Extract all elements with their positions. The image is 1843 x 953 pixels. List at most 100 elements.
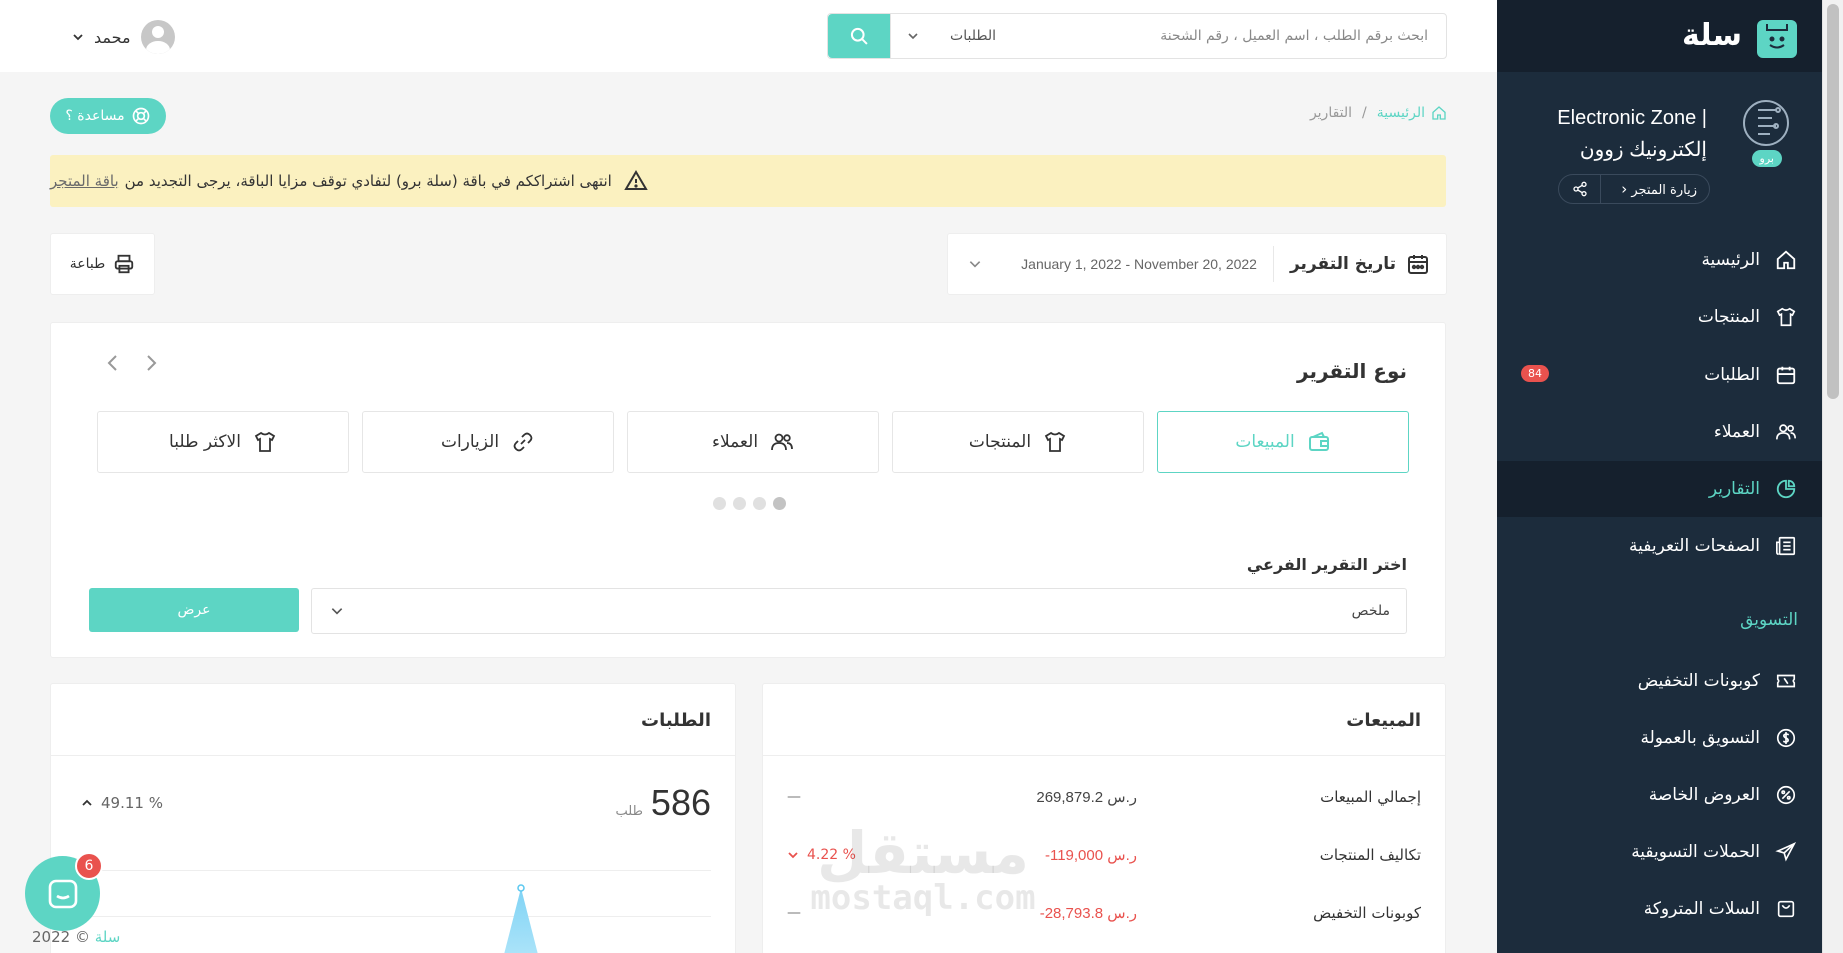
- sidebar-item-products[interactable]: المنتجات: [1497, 289, 1822, 345]
- send-icon: [1775, 842, 1797, 862]
- users-icon: [771, 433, 793, 451]
- sidebar-item-home[interactable]: الرئيسية: [1497, 232, 1822, 288]
- search-scope-select[interactable]: الطلبات: [890, 14, 1012, 58]
- tab-products[interactable]: المنتجات: [892, 411, 1144, 473]
- sidebar: سلة Electronic Zone | إلكترونيك زوون برو…: [1497, 0, 1822, 953]
- search-button[interactable]: [828, 14, 890, 58]
- orders-card-title: الطلبات: [640, 710, 711, 731]
- print-label: طباعة: [69, 256, 106, 272]
- chart-gridline: [75, 916, 711, 917]
- carousel-dot-active[interactable]: [773, 497, 786, 510]
- page-scrollbar[interactable]: [1822, 0, 1843, 953]
- report-tabs: المبيعات المنتجات العملاء الزيارات الاكث…: [97, 411, 1409, 473]
- carousel-dot[interactable]: [713, 497, 726, 510]
- watermark: مستقل mostaql.com: [810, 819, 1036, 918]
- calendar-icon: [1776, 366, 1796, 385]
- sidebar-item-reports[interactable]: التقارير: [1497, 461, 1822, 517]
- lifebuoy-icon: [132, 107, 149, 125]
- cart-icon: [1777, 900, 1795, 918]
- home-icon: [1776, 250, 1796, 270]
- orders-summary-card: الطلبات 586 طلب 49.11 %: [50, 683, 736, 953]
- calendar-icon: [1408, 255, 1428, 274]
- tab-visits[interactable]: الزيارات: [362, 411, 614, 473]
- sidebar-item-customers[interactable]: العملاء: [1497, 404, 1822, 460]
- search-scope-value: الطلبات: [950, 28, 996, 44]
- home-icon: [1432, 106, 1446, 120]
- orders-count-badge: 84: [1521, 365, 1549, 382]
- chevron-down-icon: [788, 852, 798, 859]
- visit-store-button[interactable]: › زيارة المتجر: [1558, 174, 1710, 204]
- sub-report-value: ملخص: [1351, 603, 1390, 619]
- report-type-card: نوع التقرير المبيعات المنتجات العملاء ال…: [50, 322, 1446, 658]
- shirt-icon: [1044, 431, 1066, 452]
- change-indicator: —: [787, 789, 801, 805]
- footer-brand[interactable]: سلة: [95, 928, 121, 946]
- warning-icon: [624, 170, 648, 190]
- carousel-dot[interactable]: [733, 497, 746, 510]
- chevron-left-icon: ›: [1621, 180, 1628, 198]
- carousel-dot[interactable]: [753, 497, 766, 510]
- breadcrumb: الرئيسية / التقارير: [1310, 105, 1447, 121]
- chevron-down-icon: [73, 34, 83, 41]
- search-icon: [850, 27, 868, 45]
- store-name: Electronic Zone | إلكترونيك زوون: [1557, 107, 1707, 161]
- ticket-icon: [1776, 674, 1796, 688]
- brand-logo-icon[interactable]: [1757, 20, 1797, 58]
- pie-chart-icon: [1776, 479, 1796, 499]
- brand-logo-text[interactable]: سلة: [1682, 18, 1742, 53]
- sub-report-label: اختر التقرير الفرعي: [1246, 555, 1407, 574]
- printer-icon: [115, 254, 134, 274]
- shirt-icon: [254, 431, 276, 452]
- shirt-icon: [1776, 307, 1796, 327]
- marketing-section-label: التسويق: [1740, 610, 1798, 630]
- breadcrumb-current: التقارير: [1309, 105, 1353, 121]
- chevron-left-icon[interactable]: [103, 353, 123, 373]
- print-button[interactable]: طباعة: [50, 233, 155, 295]
- table-row: إجمالي المبيعات 269,879.2 ر.س —: [787, 788, 1421, 806]
- sales-card-header: المبيعات: [763, 684, 1445, 756]
- date-filter-label: تاريخ التقرير: [1272, 246, 1446, 282]
- sidebar-item-affiliate[interactable]: التسويق بالعمولة: [1497, 710, 1822, 766]
- chevron-down-icon: [331, 608, 343, 615]
- breadcrumb-home[interactable]: الرئيسية: [1377, 105, 1447, 121]
- sub-report-select[interactable]: ملخص: [311, 588, 1407, 634]
- store-plan-link[interactable]: باقة المتجر: [50, 172, 119, 190]
- sidebar-item-abandoned-carts[interactable]: السلات المتروكة: [1497, 881, 1822, 937]
- orders-chart-peak: [504, 884, 538, 953]
- sidebar-item-coupons[interactable]: كوبونات التخفيض: [1497, 653, 1822, 709]
- wallet-icon: [1308, 431, 1329, 451]
- chat-icon: [48, 879, 77, 908]
- alert-text: انتهى اشتراككم في باقة (سلة برو) لتفادي …: [124, 172, 612, 190]
- date-range[interactable]: January 1, 2022 - November 20, 2022: [948, 256, 1273, 272]
- subscription-alert: انتهى اشتراككم في باقة (سلة برو) لتفادي …: [50, 155, 1446, 207]
- sidebar-item-orders[interactable]: 84 الطلبات: [1497, 347, 1822, 403]
- tab-sales[interactable]: المبيعات: [1157, 411, 1409, 473]
- tabs-carousel-arrows: [103, 353, 161, 373]
- plan-badge: برو: [1751, 150, 1782, 167]
- report-type-title: نوع التقرير: [1297, 359, 1407, 383]
- dollar-icon: [1776, 728, 1796, 748]
- user-menu[interactable]: محمد: [72, 20, 175, 54]
- footer-copyright: سلة © 2022: [32, 928, 121, 946]
- orders-card-header: الطلبات: [51, 684, 735, 756]
- share-button[interactable]: [1559, 175, 1601, 203]
- link-icon: [513, 432, 533, 452]
- view-button[interactable]: عرض: [89, 588, 299, 632]
- search-input[interactable]: ابحث برقم الطلب ، اسم العميل ، رقم الشحن…: [1012, 14, 1446, 58]
- chevron-right-icon[interactable]: [141, 353, 161, 373]
- sidebar-item-special-offers[interactable]: العروض الخاصة: [1497, 767, 1822, 823]
- sidebar-item-campaigns[interactable]: الحملات التسويقية: [1497, 824, 1822, 880]
- tab-customers[interactable]: العملاء: [627, 411, 879, 473]
- help-button[interactable]: مساعدة ؟: [50, 98, 166, 134]
- top-header: الطلبات ابحث برقم الطلب ، اسم العميل ، ر…: [0, 0, 1497, 72]
- orders-change-indicator: 49.11 %: [81, 794, 163, 812]
- sidebar-item-landing-pages[interactable]: الصفحات التعريفية: [1497, 518, 1822, 574]
- orders-count: 586 طلب: [615, 782, 712, 823]
- tab-top-requested[interactable]: الاكثر طلبا: [97, 411, 349, 473]
- sales-card-title: المبيعات: [1346, 710, 1421, 731]
- scrollbar-thumb[interactable]: [1827, 4, 1839, 399]
- chart-gridline: [75, 870, 711, 871]
- visit-store-label: › زيارة المتجر: [1621, 180, 1697, 198]
- report-date-filter[interactable]: تاريخ التقرير January 1, 2022 - November…: [947, 233, 1447, 295]
- search-bar: الطلبات ابحث برقم الطلب ، اسم العميل ، ر…: [827, 13, 1447, 59]
